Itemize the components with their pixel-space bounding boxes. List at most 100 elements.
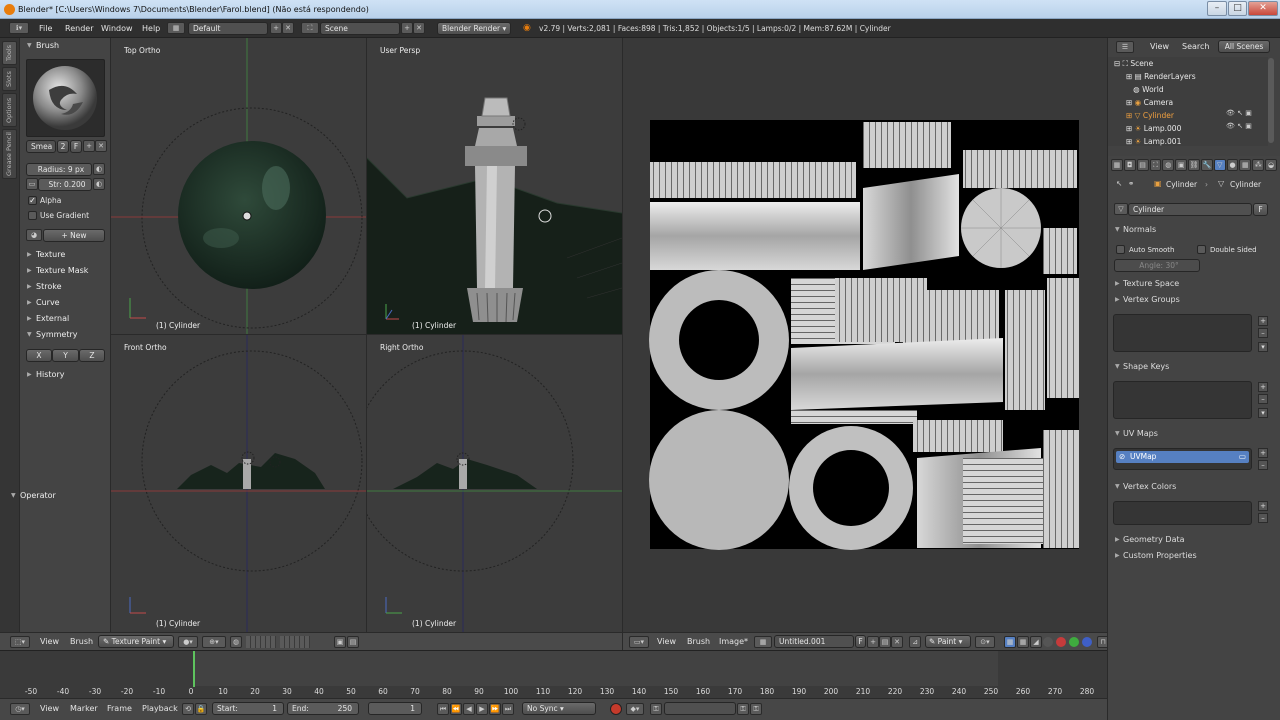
viewport-front-ortho[interactable]: Front Ortho (1) Cylinder	[111, 335, 367, 632]
new-texture-button[interactable]: + New	[43, 229, 105, 242]
shape-key-add-button[interactable]: +	[1258, 382, 1268, 392]
shading-icon[interactable]: ●▾	[178, 636, 198, 648]
section-geometry-data[interactable]: Geometry Data	[1113, 533, 1273, 547]
channel-dot-gray[interactable]	[1043, 637, 1053, 647]
close-window-button[interactable]: ✕	[1248, 1, 1278, 16]
uv-image-editor[interactable]: ✥	[622, 38, 1107, 632]
brush-preview[interactable]	[26, 59, 105, 137]
timeline-menu-marker[interactable]: Marker	[70, 704, 98, 713]
shape-keys-list[interactable]	[1113, 381, 1252, 419]
viewport-right-ortho[interactable]: Right Ortho (1) Cylinder	[367, 335, 622, 632]
play-icon[interactable]: ▶	[476, 703, 488, 715]
render-engine-select[interactable]: Blender Render ▾	[437, 22, 511, 35]
texture-slot-icon[interactable]: ◕	[26, 229, 42, 241]
image-menu-view[interactable]: View	[657, 637, 676, 646]
keying-set-field[interactable]	[664, 702, 736, 715]
vertex-color-add-button[interactable]: +	[1258, 501, 1268, 511]
image-fake-user[interactable]: F	[855, 635, 866, 648]
mesh-name-field[interactable]: Cylinder	[1128, 203, 1252, 216]
mesh-browse-icon[interactable]: ▽	[1114, 203, 1128, 215]
outliner-item-world[interactable]: ◍ World	[1126, 83, 1163, 96]
image-editor-type-icon[interactable]: ▭▾	[629, 636, 649, 648]
uv-maps-list[interactable]: ⊘ UVMap ▭	[1113, 448, 1252, 470]
outliner-item-lamp001[interactable]: ⊞ ☀ Lamp.001	[1126, 135, 1181, 146]
image-menu-brush[interactable]: Brush	[687, 637, 710, 646]
editor-type-icon[interactable]: ℹ▾	[9, 22, 29, 34]
view3d-menu-brush[interactable]: Brush	[70, 637, 93, 646]
props-data-icon[interactable]: ▽	[1213, 159, 1226, 171]
image-open-icon[interactable]: ▤	[879, 636, 891, 648]
viewport-user-persp[interactable]: User Persp (1) Cylinder	[367, 38, 622, 335]
section-uv-maps[interactable]: UV Maps	[1113, 427, 1273, 441]
image-unlink-icon[interactable]: ✕	[891, 636, 903, 648]
channel-dot-green[interactable]	[1069, 637, 1079, 647]
vertex-group-specials-button[interactable]: ▾	[1258, 342, 1268, 352]
alpha-checkbox[interactable]: ✓	[28, 196, 37, 205]
minimize-button[interactable]: –	[1207, 1, 1227, 16]
viewport-top-ortho[interactable]: Top Ortho (1) Cylinder	[111, 38, 367, 335]
panel-curve[interactable]: Curve	[26, 296, 112, 310]
section-texture-space[interactable]: Texture Space	[1113, 277, 1273, 291]
scene-field[interactable]: Scene	[320, 22, 400, 35]
outliner-item-lamp000[interactable]: ⊞ ☀ Lamp.000	[1126, 122, 1181, 135]
view3d-menu-view[interactable]: View	[40, 637, 59, 646]
vertex-group-add-button[interactable]: +	[1258, 316, 1268, 326]
screen-layout-field[interactable]: Default	[188, 22, 268, 35]
section-normals[interactable]: Normals	[1113, 223, 1273, 237]
mode-select[interactable]: ✎ Texture Paint ▾	[98, 635, 174, 648]
channel-dot-red[interactable]	[1056, 637, 1066, 647]
add-scene-icon[interactable]: +	[401, 22, 413, 34]
props-texture-icon[interactable]: ▦	[1239, 159, 1252, 171]
visibility-eye-icon[interactable]: 👁 ↖ ▣	[1226, 109, 1252, 117]
section-custom-properties[interactable]: Custom Properties	[1113, 549, 1273, 563]
props-modifiers-icon[interactable]: 🔧	[1200, 159, 1213, 171]
vertex-group-remove-button[interactable]: –	[1258, 328, 1268, 338]
keying-set-icon[interactable]: ⚿	[650, 703, 662, 715]
strength-field[interactable]: Str: 0.200	[38, 178, 92, 191]
remove-brush-icon[interactable]: ✕	[95, 140, 107, 152]
shape-key-specials-button[interactable]: ▾	[1258, 408, 1268, 418]
add-brush-icon[interactable]: +	[83, 140, 95, 152]
panel-symmetry[interactable]: Symmetry	[26, 328, 112, 342]
start-frame-field[interactable]: Start: 1	[212, 702, 284, 715]
menu-window[interactable]: Window	[98, 19, 136, 38]
panel-brush-header[interactable]: Brush	[26, 39, 112, 53]
props-world-icon[interactable]: ◍	[1162, 159, 1175, 171]
radius-field[interactable]: Radius: 9 px	[26, 163, 92, 176]
screen-layout-icon[interactable]: ▦	[167, 22, 185, 34]
mesh-fake-user[interactable]: F	[1253, 203, 1268, 216]
image-menu-image[interactable]: Image*	[719, 637, 748, 646]
jump-end-icon[interactable]: ⏭	[502, 703, 514, 715]
auto-smooth-checkbox[interactable]	[1116, 245, 1125, 254]
image-mode-select[interactable]: ✎ Paint ▾	[925, 635, 971, 648]
symmetry-x-toggle[interactable]: X	[26, 349, 52, 362]
panel-external[interactable]: External	[26, 312, 112, 326]
props-editor-type-icon[interactable]: ▦	[1111, 159, 1123, 171]
panel-operator[interactable]: Operator	[10, 489, 96, 503]
menu-help[interactable]: Help	[139, 19, 163, 38]
record-icon[interactable]	[610, 703, 622, 715]
remove-layout-icon[interactable]: ✕	[282, 22, 294, 34]
section-vertex-groups[interactable]: Vertex Groups	[1113, 293, 1273, 307]
add-layout-icon[interactable]: +	[270, 22, 282, 34]
remove-scene-icon[interactable]: ✕	[413, 22, 425, 34]
prev-keyframe-icon[interactable]: ⏪	[450, 703, 462, 715]
use-gradient-checkbox[interactable]	[28, 211, 37, 220]
panel-texture[interactable]: Texture	[26, 248, 112, 262]
lock-range-icon[interactable]: 🔒	[195, 703, 207, 715]
timeline-menu-playback[interactable]: Playback	[142, 704, 178, 713]
symmetry-z-toggle[interactable]: Z	[79, 349, 105, 362]
outliner-item-cylinder[interactable]: ⊞ ▽ Cylinder	[1126, 109, 1174, 122]
outliner-item-scene[interactable]: ⊟ ⛶ Scene	[1114, 57, 1153, 70]
brush-name-field[interactable]: Smea	[26, 140, 56, 153]
uv-map-camera-icon[interactable]: ▭	[1239, 451, 1246, 463]
outliner-item-camera[interactable]: ⊞ ◉ Camera	[1126, 96, 1173, 109]
channel-icon-a[interactable]: ▦	[1017, 636, 1029, 648]
props-scene-icon[interactable]: ⛶	[1149, 159, 1162, 171]
double-sided-checkbox[interactable]	[1197, 245, 1206, 254]
image-name-field[interactable]: Untitled.001	[774, 635, 854, 648]
render-preview-icon[interactable]: ▣	[334, 636, 346, 648]
props-particles-icon[interactable]: ⁂	[1252, 159, 1265, 171]
uv-map-item[interactable]: ⊘ UVMap ▭	[1116, 451, 1249, 463]
brush-fake-user[interactable]: F	[70, 140, 82, 153]
